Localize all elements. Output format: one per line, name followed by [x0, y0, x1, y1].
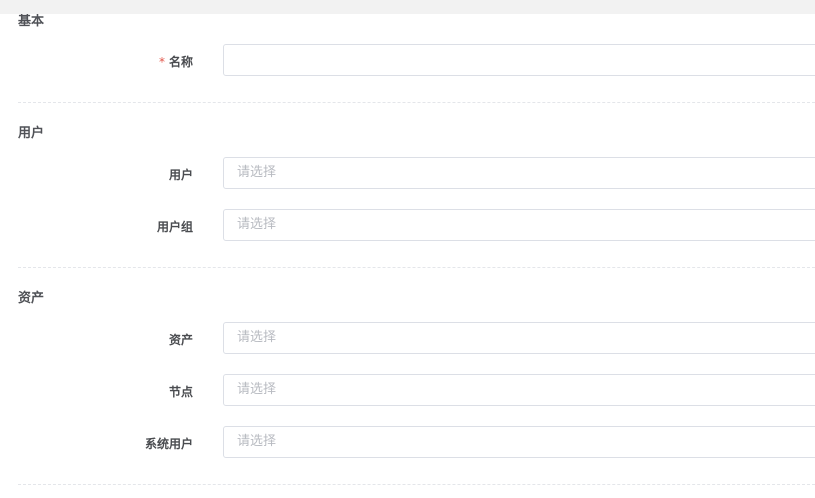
asset-select[interactable]: 请选择 — [223, 322, 815, 354]
node-label: 节点 — [168, 385, 193, 399]
top-bar — [0, 0, 815, 14]
divider — [18, 267, 815, 268]
system-user-label: 系统用户 — [144, 437, 193, 451]
divider — [18, 484, 815, 485]
section-title-user: 用户 — [18, 126, 45, 141]
system-user-select[interactable]: 请选择 — [223, 426, 815, 458]
section-title-asset: 资产 — [18, 291, 45, 306]
node-select[interactable]: 请选择 — [223, 374, 815, 406]
asset-label: 资产 — [168, 333, 193, 347]
name-label: * 名称 — [159, 53, 193, 70]
divider — [18, 102, 815, 103]
user-group-select[interactable]: 请选择 — [223, 209, 815, 241]
user-select[interactable]: 请选择 — [223, 157, 815, 189]
user-label: 用户 — [168, 168, 193, 182]
user-group-label: 用户组 — [156, 220, 193, 234]
name-label-text: 名称 — [168, 55, 193, 69]
name-input[interactable] — [223, 44, 815, 76]
required-mark: * — [158, 55, 165, 69]
